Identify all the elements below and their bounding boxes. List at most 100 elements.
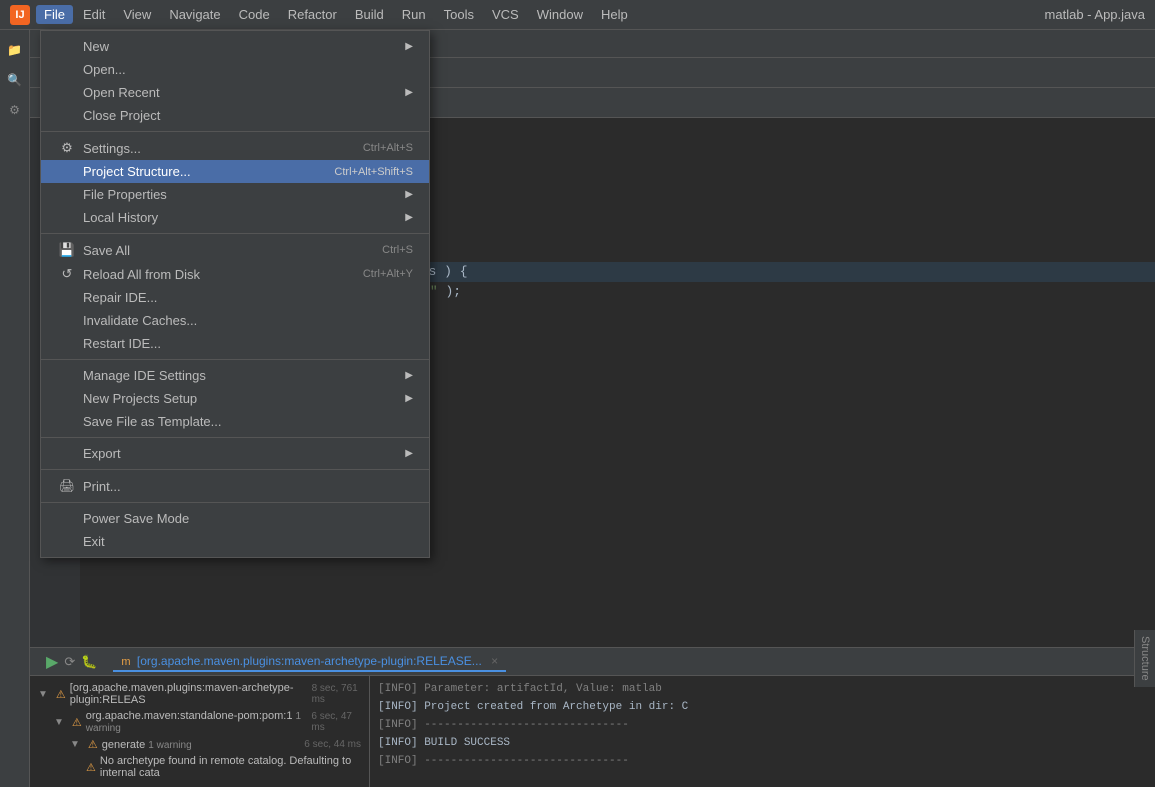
menu-item-restart-ide-label: Restart IDE... [83, 336, 413, 351]
menu-item-new[interactable]: New ▶ [41, 35, 429, 58]
log-line-0: [INFO] Parameter: artifactId, Value: mat… [378, 680, 1147, 698]
bottom-tabs-bar: ▶ ⟳ 🐛 m [org.apache.maven.plugins:maven-… [30, 648, 1155, 676]
open-recent-arrow-icon: ▶ [405, 87, 413, 98]
warn-icon-3: ⚠ [86, 761, 96, 774]
menu-item-manage-ide[interactable]: Manage IDE Settings ▶ [41, 364, 429, 387]
menu-item-reload-disk-label: Reload All from Disk [83, 267, 343, 282]
menu-item-reload-disk[interactable]: ↺ Reload All from Disk Ctrl+Alt+Y [41, 262, 429, 286]
sidebar-project-icon[interactable]: 📁 [3, 38, 27, 62]
menu-item-export-label: Export [83, 446, 397, 461]
app-logo: IJ [10, 5, 30, 25]
menu-tools[interactable]: Tools [436, 5, 482, 24]
run-tree-item-3[interactable]: ⚠ No archetype found in remote catalog. … [30, 753, 369, 781]
menu-item-save-all-label: Save All [83, 243, 362, 258]
menu-build[interactable]: Build [347, 5, 392, 24]
menu-edit[interactable]: Edit [75, 5, 113, 24]
divider-4 [41, 437, 429, 438]
menu-refactor[interactable]: Refactor [280, 5, 345, 24]
bottom-tab-run[interactable]: m [org.apache.maven.plugins:maven-archet… [113, 652, 506, 672]
menu-item-save-as-template-label: Save File as Template... [83, 414, 413, 429]
reload-disk-shortcut: Ctrl+Alt+Y [363, 268, 413, 280]
title-bar: IJ File Edit View Navigate Code Refactor… [0, 0, 1155, 30]
bottom-content: ▼ ⚠ [org.apache.maven.plugins:maven-arch… [30, 676, 1155, 787]
menu-item-invalidate-caches[interactable]: Invalidate Caches... [41, 309, 429, 332]
menu-item-close-project[interactable]: Close Project [41, 104, 429, 127]
run-tree-item-1[interactable]: ▼ ⚠ org.apache.maven:standalone-pom:pom:… [30, 708, 369, 736]
warn-icon-1: ⚠ [72, 716, 82, 729]
menu-item-new-projects-setup[interactable]: New Projects Setup ▶ [41, 387, 429, 410]
save-all-icon: 💾 [57, 242, 77, 258]
divider-2 [41, 233, 429, 234]
expand-icon-1[interactable]: ▼ [54, 717, 64, 728]
structure-panel-label[interactable]: Structure [1134, 630, 1155, 687]
menu-item-settings-label: Settings... [83, 141, 343, 156]
menu-item-exit[interactable]: Exit [41, 530, 429, 553]
expand-icon-0[interactable]: ▼ [38, 689, 48, 700]
bottom-tab-run-label: [org.apache.maven.plugins:maven-archetyp… [137, 654, 482, 668]
menu-item-open-recent[interactable]: Open Recent ▶ [41, 81, 429, 104]
run-tree-label-1: org.apache.maven:standalone-pom:pom:1 1 … [86, 710, 308, 734]
new-arrow-icon: ▶ [405, 41, 413, 52]
expand-icon-2[interactable]: ▼ [70, 739, 80, 750]
log-line-2: [INFO] ------------------------------- [378, 716, 1147, 734]
menu-view[interactable]: View [115, 5, 159, 24]
menu-item-file-properties-label: File Properties [83, 187, 397, 202]
run-tab-close[interactable]: × [491, 654, 498, 668]
run-tree-time-2: 6 sec, 44 ms [304, 739, 361, 750]
menu-run[interactable]: Run [394, 5, 434, 24]
file-dropdown-menu: New ▶ Open... Open Recent ▶ Close Projec… [40, 30, 430, 558]
main-layout: 📁 🔍 ⚙ New ▶ Open... Open Recent ▶ Close … [0, 30, 1155, 787]
local-history-arrow-icon: ▶ [405, 212, 413, 223]
warn-icon-0: ⚠ [56, 688, 66, 701]
run-controls: ▶ ⟳ 🐛 [38, 652, 105, 672]
run-tree-time-0: 8 sec, 761 ms [312, 683, 361, 705]
menu-item-save-all[interactable]: 💾 Save All Ctrl+S [41, 238, 429, 262]
menu-item-restart-ide[interactable]: Restart IDE... [41, 332, 429, 355]
settings-icon: ⚙ [57, 140, 77, 156]
project-structure-shortcut: Ctrl+Alt+Shift+S [334, 166, 413, 178]
file-properties-arrow-icon: ▶ [405, 189, 413, 200]
run-tree-item-0[interactable]: ▼ ⚠ [org.apache.maven.plugins:maven-arch… [30, 680, 369, 708]
menu-item-power-save[interactable]: Power Save Mode [41, 507, 429, 530]
menu-item-open[interactable]: Open... [41, 58, 429, 81]
sidebar-strip: 📁 🔍 ⚙ [0, 30, 30, 787]
manage-ide-arrow-icon: ▶ [405, 370, 413, 381]
menu-item-open-label: Open... [83, 62, 413, 77]
sidebar-icon-2[interactable]: 🔍 [3, 68, 27, 92]
menu-bar: File Edit View Navigate Code Refactor Bu… [36, 5, 636, 24]
run-log: [INFO] Parameter: artifactId, Value: mat… [370, 676, 1155, 787]
log-line-4: [INFO] ------------------------------- [378, 752, 1147, 770]
menu-item-settings[interactable]: ⚙ Settings... Ctrl+Alt+S [41, 136, 429, 160]
divider-1 [41, 131, 429, 132]
reload-disk-icon: ↺ [57, 266, 77, 282]
menu-item-power-save-label: Power Save Mode [83, 511, 413, 526]
menu-help[interactable]: Help [593, 5, 636, 24]
menu-item-repair-ide[interactable]: Repair IDE... [41, 286, 429, 309]
warn-icon-2: ⚠ [88, 738, 98, 751]
sidebar-icon-3[interactable]: ⚙ [3, 98, 27, 122]
menu-item-local-history[interactable]: Local History ▶ [41, 206, 429, 229]
menu-item-file-properties[interactable]: File Properties ▶ [41, 183, 429, 206]
menu-vcs[interactable]: VCS [484, 5, 527, 24]
menu-item-export[interactable]: Export ▶ [41, 442, 429, 465]
log-line-3: [INFO] BUILD SUCCESS [378, 734, 1147, 752]
run-tree-time-1: 6 sec, 47 ms [311, 711, 361, 733]
divider-6 [41, 502, 429, 503]
run-debug-button[interactable]: 🐛 [81, 654, 97, 670]
menu-file[interactable]: File [36, 5, 73, 24]
menu-navigate[interactable]: Navigate [161, 5, 228, 24]
menu-item-repair-ide-label: Repair IDE... [83, 290, 413, 305]
menu-item-close-project-label: Close Project [83, 108, 413, 123]
menu-item-invalidate-caches-label: Invalidate Caches... [83, 313, 413, 328]
menu-code[interactable]: Code [231, 5, 278, 24]
menu-item-save-as-template[interactable]: Save File as Template... [41, 410, 429, 433]
menu-item-project-structure-label: Project Structure... [83, 164, 314, 179]
menu-item-new-label: New [83, 39, 397, 54]
run-stop-button[interactable]: ⟳ [64, 654, 75, 670]
menu-window[interactable]: Window [529, 5, 591, 24]
run-play-button[interactable]: ▶ [46, 652, 58, 672]
run-tree-item-2[interactable]: ▼ ⚠ generate 1 warning 6 sec, 44 ms [30, 736, 369, 753]
settings-shortcut: Ctrl+Alt+S [363, 142, 413, 154]
menu-item-print[interactable]: 🖨 Print... [41, 474, 429, 498]
menu-item-project-structure[interactable]: Project Structure... Ctrl+Alt+Shift+S [41, 160, 429, 183]
